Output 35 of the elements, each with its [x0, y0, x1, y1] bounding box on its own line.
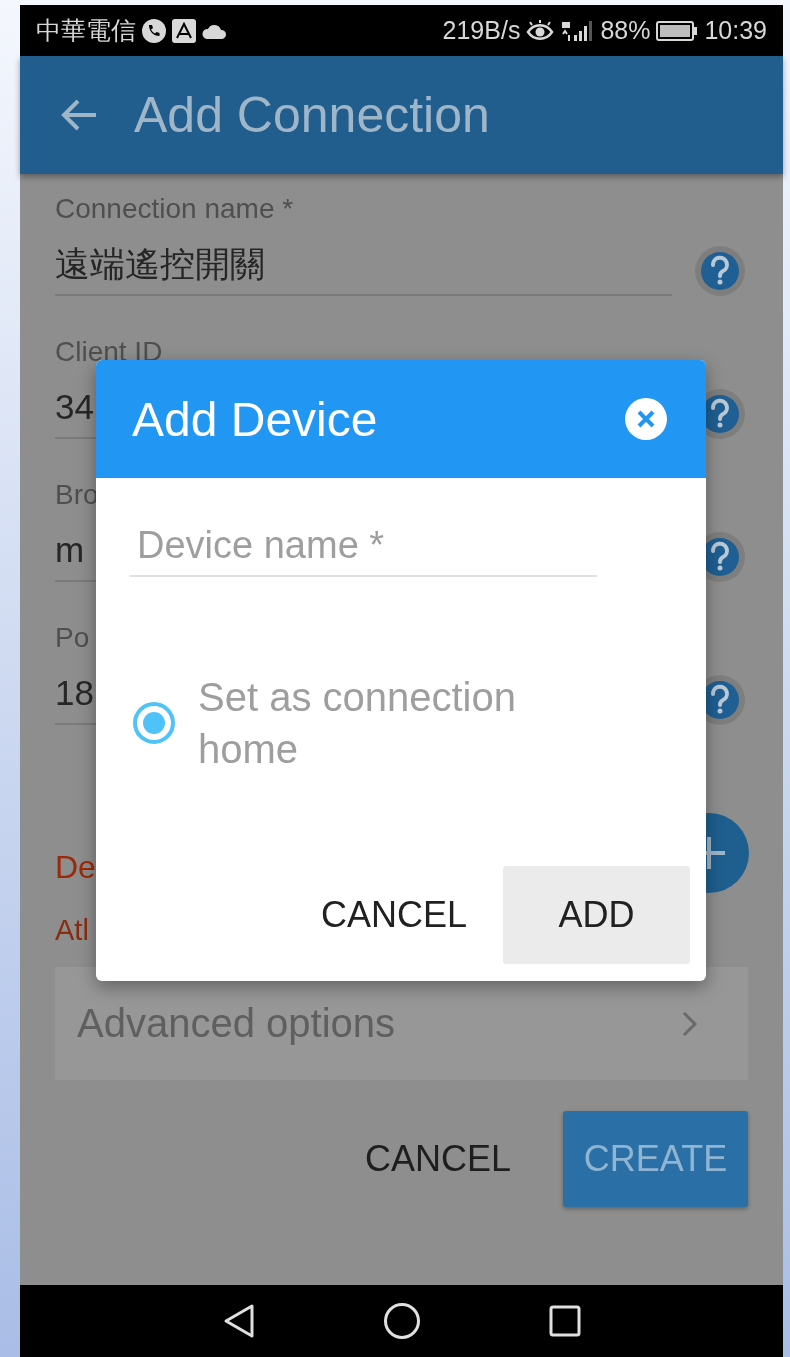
radio-button[interactable] [132, 701, 176, 745]
chevron-right-icon [682, 1010, 698, 1037]
screen-title: Add Connection [134, 86, 490, 144]
field-label: Connection name * [55, 192, 294, 226]
text-field[interactable]: Connection name * 遠端遙控開關 [55, 192, 672, 296]
field-value: 遠端遙控開關 [55, 243, 265, 285]
back-nav-icon[interactable] [222, 1303, 255, 1339]
home-nav-icon[interactable] [382, 1302, 421, 1340]
field-value: 34 [55, 386, 94, 428]
advanced-options-label: Advanced options [77, 1001, 395, 1046]
app-notification-icon [172, 18, 196, 43]
close-icon[interactable] [624, 397, 668, 441]
radio-label: Set as connection home [198, 674, 517, 773]
section-title: De [55, 848, 96, 887]
field-value: 18 [55, 672, 94, 714]
section-hint: Atl [55, 913, 89, 947]
add-button[interactable]: ADD [503, 866, 690, 964]
carrier-name: 中華電信 [36, 15, 136, 46]
field-label: Bro [55, 478, 99, 512]
recents-nav-icon[interactable] [548, 1305, 581, 1337]
eye-icon [526, 19, 555, 42]
battery-percent: 88% [600, 16, 651, 45]
cancel-button[interactable]: CANCEL [320, 894, 467, 936]
cloud-icon [202, 22, 228, 39]
field-value: m [55, 529, 85, 571]
battery-icon [656, 19, 699, 42]
clock-time: 10:39 [704, 16, 767, 45]
cancel-button[interactable]: CANCEL [364, 1138, 511, 1180]
dialog-title: Add Device [132, 391, 378, 447]
phone-call-icon [142, 18, 166, 43]
back-arrow-icon[interactable] [60, 98, 98, 132]
signal-icon [560, 18, 595, 43]
field-label: Po [55, 621, 90, 655]
help-icon[interactable] [693, 244, 747, 298]
network-speed: 219B/s [442, 16, 521, 45]
